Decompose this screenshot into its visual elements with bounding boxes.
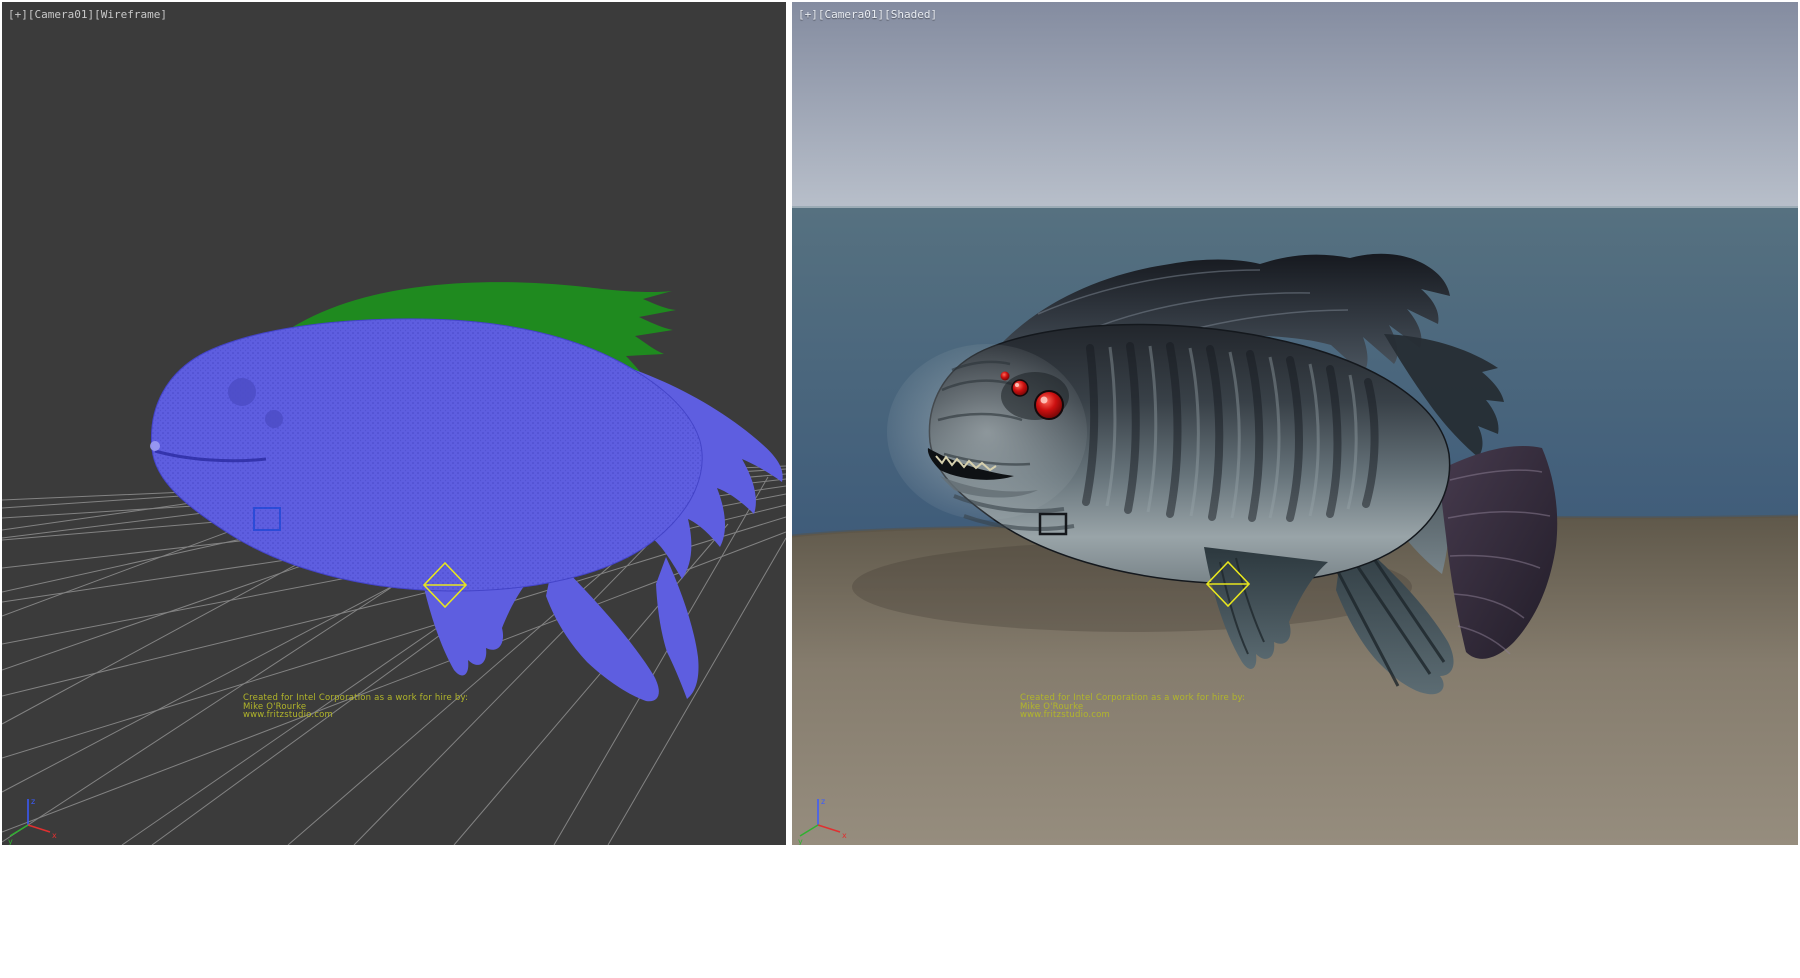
axis-z-label: z xyxy=(31,797,35,806)
axis-y-line xyxy=(10,825,28,836)
eye-small-red xyxy=(1012,380,1028,396)
axis-z-label: z xyxy=(821,797,825,806)
viewport-label-wireframe[interactable]: [+][Camera01][Wireframe] xyxy=(8,8,167,21)
axis-y-line xyxy=(800,825,818,836)
axis-x-line xyxy=(818,825,840,832)
viewport-label-shaded[interactable]: [+][Camera01][Shaded] xyxy=(798,8,937,21)
axis-y-label: y xyxy=(798,837,803,845)
watermark-line-3: www.fritzstudio.com xyxy=(243,711,468,720)
viewport-shaded[interactable]: [+][Camera01][Shaded] xyxy=(792,2,1798,845)
wireframe-fish[interactable] xyxy=(150,282,783,701)
nose-highlight xyxy=(150,441,160,451)
eye-large-highlight xyxy=(1041,397,1048,404)
viewport-split-container: [+][Camera01][Wireframe] xyxy=(0,0,1800,978)
tail-streamer xyxy=(656,557,699,699)
watermark-line-3: www.fritzstudio.com xyxy=(1020,711,1245,720)
eye-small-wireframe xyxy=(265,410,283,428)
viewport-wireframe[interactable]: [+][Camera01][Wireframe] xyxy=(2,2,786,845)
world-axis-tripod: z x y xyxy=(6,791,62,845)
axis-x-label: x xyxy=(52,831,57,840)
eye-small-highlight xyxy=(1015,383,1019,387)
axis-y-label: y xyxy=(8,837,13,845)
sky xyxy=(792,2,1798,208)
eye-left-wireframe xyxy=(228,378,256,406)
eye-tiny-red xyxy=(1001,372,1010,381)
world-axis-tripod: z x y xyxy=(796,791,852,845)
axis-x-label: x xyxy=(842,831,847,840)
axis-x-line xyxy=(28,825,50,832)
eye-large-red xyxy=(1035,391,1063,419)
shaded-scene xyxy=(792,2,1798,845)
scene-watermark[interactable]: Created for Intel Corporation as a work … xyxy=(243,694,468,720)
scene-watermark[interactable]: Created for Intel Corporation as a work … xyxy=(1020,694,1245,720)
